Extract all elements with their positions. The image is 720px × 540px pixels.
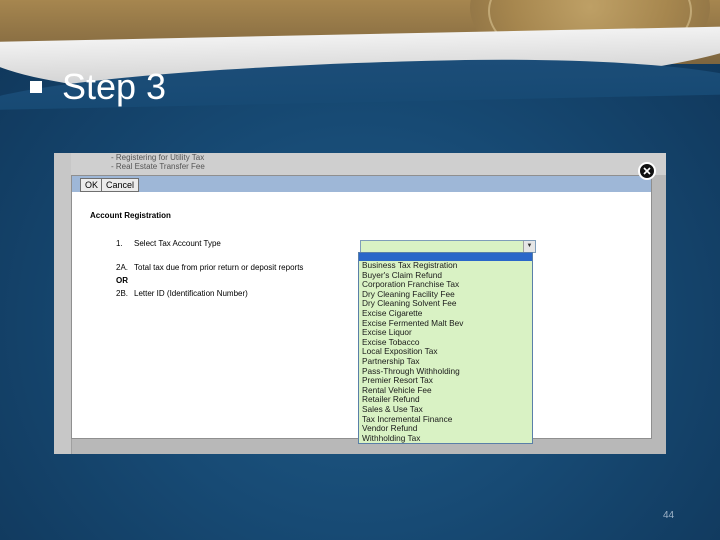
chevron-down-icon[interactable]: ▼ bbox=[523, 241, 535, 252]
close-icon bbox=[643, 167, 651, 175]
background-page-strip: - Registering for Utility Tax - Real Est… bbox=[71, 153, 666, 175]
square-bullet-icon bbox=[30, 81, 42, 93]
dropdown-option[interactable]: Withholding Tax bbox=[359, 433, 532, 444]
row-number: 2B. bbox=[116, 289, 129, 298]
background-text-line: - Registering for Utility Tax bbox=[111, 153, 205, 162]
background-text-line: - Real Estate Transfer Fee bbox=[111, 162, 205, 171]
row-label: Select Tax Account Type bbox=[134, 239, 221, 248]
dialog-toolbar: OK Cancel bbox=[72, 176, 651, 192]
background-page-margin bbox=[54, 153, 72, 454]
cancel-button[interactable]: Cancel bbox=[101, 178, 140, 192]
slide-title-row: Step 3 bbox=[30, 66, 166, 108]
dialog-heading: Account Registration bbox=[90, 211, 171, 220]
slide-title: Step 3 bbox=[62, 66, 167, 107]
row-number: 2A. bbox=[116, 263, 129, 272]
row-label: Total tax due from prior return or depos… bbox=[134, 263, 304, 272]
tax-account-type-options[interactable]: Business Tax Registration Buyer's Claim … bbox=[358, 252, 533, 444]
row-number: OR bbox=[116, 276, 128, 285]
row-number: 1. bbox=[116, 239, 123, 248]
row-label: Letter ID (Identification Number) bbox=[134, 289, 248, 298]
slide-page-number: 44 bbox=[663, 510, 675, 521]
ok-button[interactable]: OK bbox=[80, 178, 104, 192]
close-dialog-button[interactable] bbox=[638, 162, 656, 180]
